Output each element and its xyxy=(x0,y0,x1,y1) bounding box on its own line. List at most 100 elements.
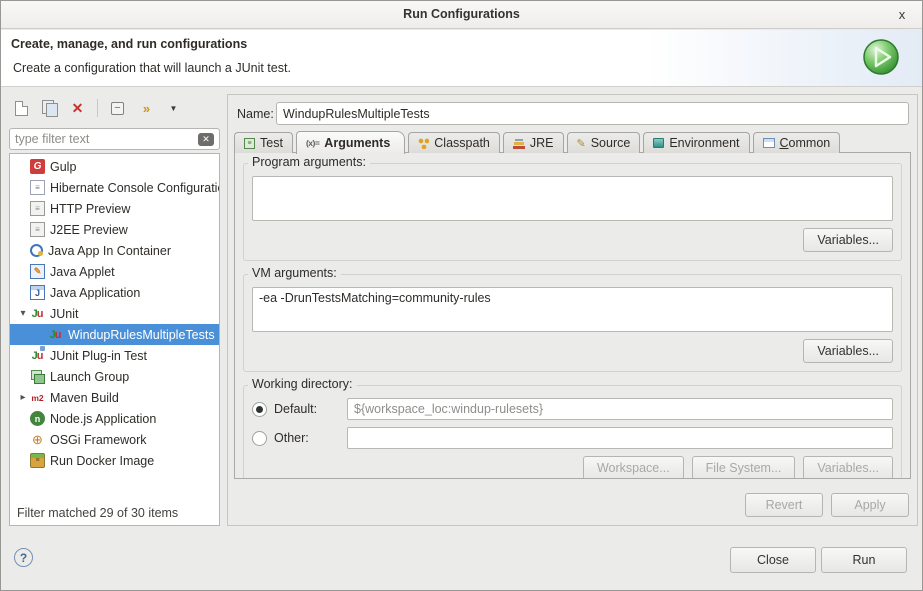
configurations-toolbar: ✕ − » ▼ xyxy=(13,96,182,120)
tree-item-osgi-framework[interactable]: ⊕OSGi Framework xyxy=(10,429,219,450)
header-subtitle: Create a configuration that will launch … xyxy=(13,61,291,75)
clear-filter-icon[interactable]: ✕ xyxy=(198,133,214,146)
tree-item-junit-plug-in-test[interactable]: Ju JUnit Plug-in Test xyxy=(10,345,219,366)
tab-environment[interactable]: Environment xyxy=(643,132,749,153)
docker-icon: ≡ xyxy=(30,453,45,468)
j2ee-preview-icon: ≡ xyxy=(30,222,45,237)
tree-item-label: OSGi Framework xyxy=(50,433,147,447)
tree-item-java-application[interactable]: J Java Application xyxy=(10,282,219,303)
working-directory-label: Working directory: xyxy=(248,377,357,391)
tree-item-label: Run Docker Image xyxy=(50,454,154,468)
tab-jre[interactable]: JRE xyxy=(503,132,564,153)
tree-item-http-preview[interactable]: ≡ HTTP Preview xyxy=(10,198,219,219)
tree-item-label: JUnit xyxy=(50,307,78,321)
workspace-button[interactable]: Workspace... xyxy=(583,456,684,479)
junit-plugin-icon: Ju xyxy=(30,348,45,363)
tab-source[interactable]: ✎Source xyxy=(567,132,641,153)
java-container-icon xyxy=(30,244,43,257)
tree-item-label: WindupRulesMultipleTests xyxy=(68,328,215,342)
other-directory-input[interactable] xyxy=(347,427,893,449)
tree-item-maven-build[interactable]: ▸m2Maven Build xyxy=(10,387,219,408)
expand-arrow-icon[interactable]: ▸ xyxy=(16,392,30,403)
tab-bar: ≡Test(x)=Arguments Classpath JRE ✎SourceEnv… xyxy=(234,130,911,153)
tab-label: Classpath xyxy=(434,136,490,150)
tree-item-label: Java Application xyxy=(50,286,140,300)
collapse-all-icon[interactable]: − xyxy=(109,100,126,117)
tab-label: Common xyxy=(780,136,831,150)
tree-item-winduprulesmultipletests[interactable]: JuWindupRulesMultipleTests xyxy=(10,324,219,345)
expand-arrow-icon[interactable]: ▾ xyxy=(16,308,30,319)
tab-common[interactable]: Common xyxy=(753,132,841,153)
other-radio-label: Other: xyxy=(274,431,347,445)
tree-item-label: Java Applet xyxy=(50,265,115,279)
tree-item-java-applet[interactable]: ✎ Java Applet xyxy=(10,261,219,282)
file-system-button[interactable]: File System... xyxy=(692,456,796,479)
default-radio[interactable] xyxy=(252,402,267,417)
http-preview-icon: ≡ xyxy=(30,201,45,216)
tab-test[interactable]: ≡Test xyxy=(234,132,293,153)
run-button[interactable]: Run xyxy=(821,547,907,573)
vm-variables-button[interactable]: Variables... xyxy=(803,339,893,363)
tree-item-launch-group[interactable]: Launch Group xyxy=(10,366,219,387)
delete-configuration-icon[interactable]: ✕ xyxy=(69,100,86,117)
program-arguments-group: Program arguments: Variables... xyxy=(243,163,902,261)
vm-arguments-group: VM arguments: -ea -DrunTestsMatching=com… xyxy=(243,274,902,372)
revert-button[interactable]: Revert xyxy=(745,493,823,517)
close-button[interactable]: Close xyxy=(730,547,816,573)
default-radio-label: Default: xyxy=(274,402,347,416)
common-tab-icon xyxy=(763,138,775,148)
workdir-variables-button[interactable]: Variables... xyxy=(803,456,893,479)
new-configuration-icon[interactable] xyxy=(13,100,30,117)
configurations-tree: GGulp≡Hibernate Console Configuration≡HT… xyxy=(9,153,220,526)
tree-item-j2ee-preview[interactable]: ≡ J2EE Preview xyxy=(10,219,219,240)
name-input[interactable] xyxy=(276,102,909,125)
hibernate-icon: ≡ xyxy=(30,180,45,195)
tree-item-label: Node.js Application xyxy=(50,412,156,426)
tab-classpath[interactable]: Classpath xyxy=(408,132,500,153)
tab-arguments[interactable]: (x)=Arguments xyxy=(296,131,405,154)
node-icon: n xyxy=(30,411,45,426)
test-tab-icon: ≡ xyxy=(244,138,255,149)
tree-item-label: J2EE Preview xyxy=(50,223,128,237)
arguments-tab-icon: (x)= xyxy=(306,138,319,148)
tree-item-junit[interactable]: ▾Ju JUnit xyxy=(10,303,219,324)
program-variables-button[interactable]: Variables... xyxy=(803,228,893,252)
tree-item-label: JUnit Plug-in Test xyxy=(50,349,147,363)
dialog-actions: Close Run xyxy=(730,547,907,573)
toolbar-separator xyxy=(97,99,98,117)
tree-item-hibernate-console-configuration[interactable]: ≡Hibernate Console Configuration xyxy=(10,177,219,198)
maven-icon: m2 xyxy=(30,390,45,405)
run-launch-icon xyxy=(862,38,900,76)
filter-input[interactable] xyxy=(15,132,198,146)
run-configurations-dialog: Run Configurations x Create, manage, and… xyxy=(0,0,923,591)
close-icon[interactable]: x xyxy=(893,6,911,24)
environment-tab-icon xyxy=(653,138,664,148)
java-application-icon: J xyxy=(30,285,45,300)
default-directory-input[interactable] xyxy=(347,398,893,420)
vm-arguments-label: VM arguments: xyxy=(248,266,341,280)
filter-configurations-icon[interactable]: » xyxy=(137,100,154,117)
tree-item-run-docker-image[interactable]: ≡ Run Docker Image xyxy=(10,450,219,471)
other-radio[interactable] xyxy=(252,431,267,446)
apply-button[interactable]: Apply xyxy=(831,493,909,517)
java-applet-icon: ✎ xyxy=(30,264,45,279)
configuration-panel: Name: ≡Test(x)=ArgumentsClasspathJRE✎Sou… xyxy=(227,94,918,526)
junit-icon: Ju xyxy=(30,306,45,321)
help-button[interactable]: ? xyxy=(14,548,33,567)
tree-item-node-js-application[interactable]: n Node.js Application xyxy=(10,408,219,429)
launch-group-icon xyxy=(30,369,45,384)
tree-item-label: HTTP Preview xyxy=(50,202,130,216)
source-tab-icon: ✎ xyxy=(577,137,586,150)
tree-item-gulp[interactable]: GGulp xyxy=(10,156,219,177)
header-banner: Create, manage, and run configurations C… xyxy=(1,30,922,87)
tree-item-label: Launch Group xyxy=(50,370,129,384)
tree-item-java-app-in-container[interactable]: Java App In Container xyxy=(10,240,219,261)
duplicate-configuration-icon[interactable] xyxy=(41,100,58,117)
menu-dropdown-icon[interactable]: ▼ xyxy=(165,100,182,117)
classpath-tab-icon xyxy=(418,138,429,149)
jre-tab-icon xyxy=(513,138,525,149)
header-title: Create, manage, and run configurations xyxy=(11,37,247,51)
tab-label: JRE xyxy=(530,136,554,150)
vm-arguments-input[interactable]: -ea -DrunTestsMatching=community-rules xyxy=(252,287,893,332)
program-arguments-input[interactable] xyxy=(252,176,893,221)
